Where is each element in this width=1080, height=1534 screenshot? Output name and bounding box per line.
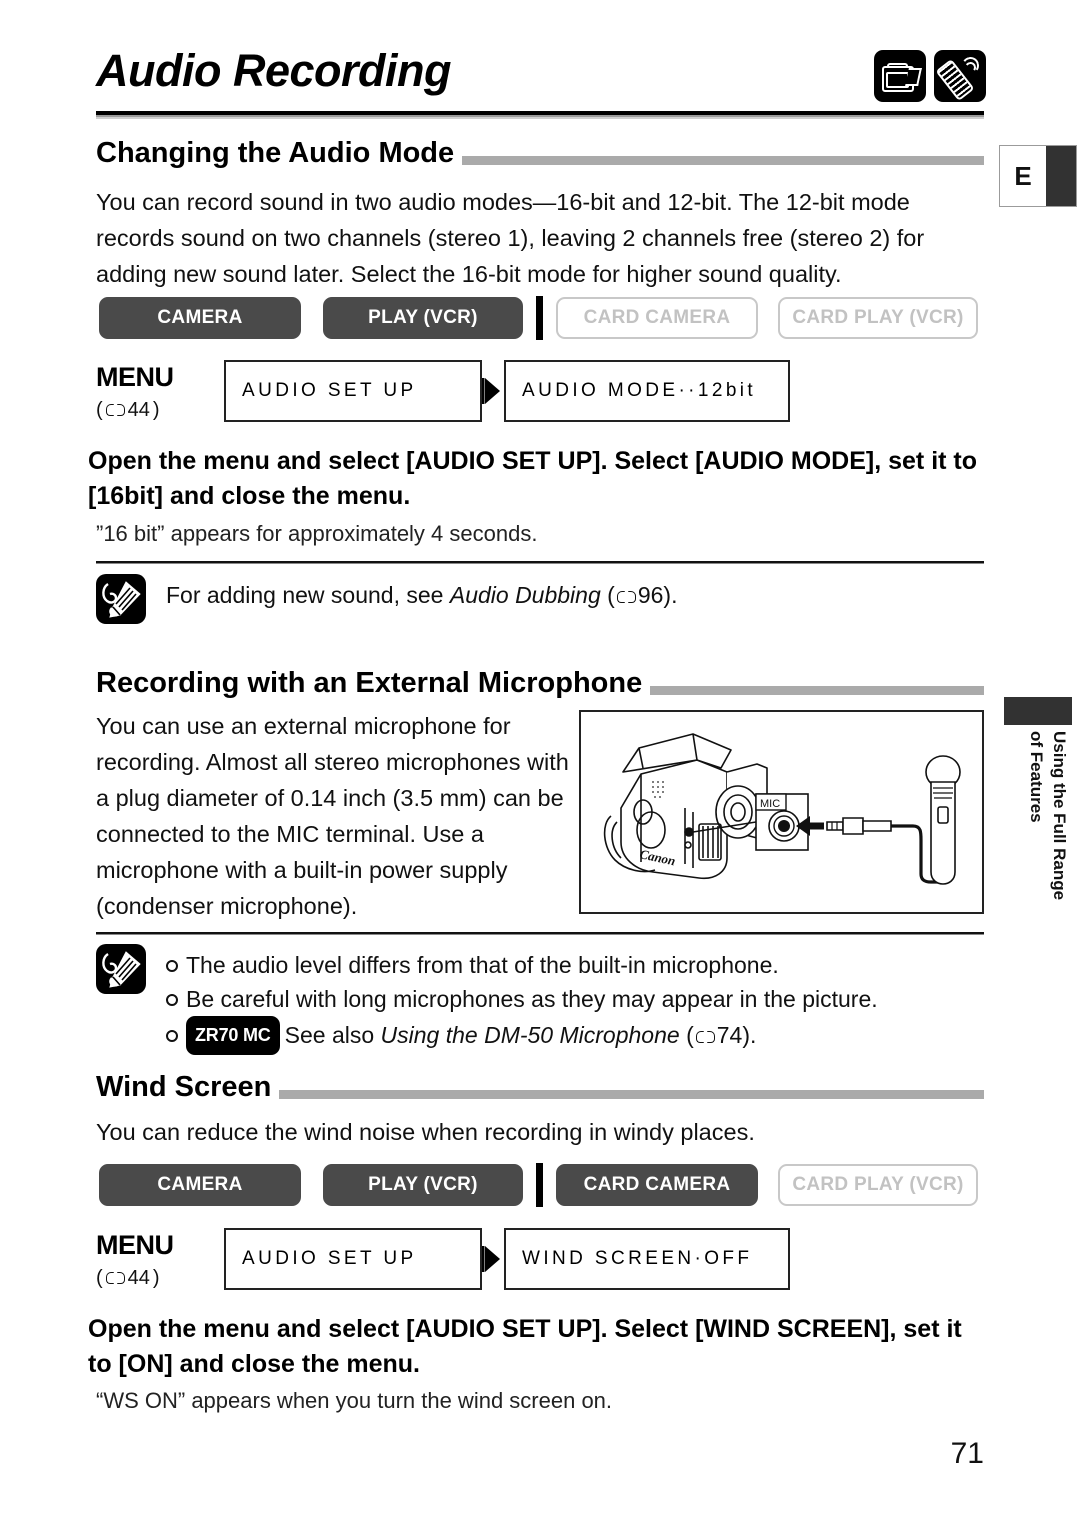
note-bullet-1: The audio level differs from that of the… — [166, 948, 878, 982]
menu-arrow-icon — [482, 1228, 504, 1290]
section-heading-text: Wind Screen — [96, 1071, 272, 1103]
section-heading-rule — [462, 156, 984, 166]
menu-page-ref: (44) — [96, 399, 160, 421]
menu-label-group: MENU (44) — [96, 1228, 224, 1289]
language-tab-letter: E — [1000, 146, 1046, 206]
mode-button-card-camera[interactable]: CARD CAMERA — [556, 297, 758, 339]
note-bullet-1-text: The audio level differs from that of the… — [186, 952, 779, 978]
pencil-note-icon — [96, 574, 146, 624]
side-chapter-text: Using the Full Range of Features — [1006, 731, 1070, 931]
book-icon — [105, 1271, 125, 1286]
header-icon-group — [874, 50, 986, 102]
note-external-mic-text: The audio level differs from that of the… — [166, 944, 878, 1055]
note-paren-open: ( — [607, 582, 615, 608]
bullet-icon — [166, 960, 178, 972]
sub-note-audio-mode: ”16 bit” appears for approximately 4 sec… — [96, 521, 538, 546]
note-audio-dubbing: For adding new sound, see Audio Dubbing … — [96, 574, 677, 624]
menu-box-wind-screen[interactable]: WIND SCREEN·OFF — [504, 1228, 790, 1290]
menu-page-number: 44 — [127, 399, 150, 421]
bullet-icon — [166, 994, 178, 1006]
note-paren-close: ). — [663, 582, 678, 608]
menu-boxes: AUDIO SET UP AUDIO MODE··12bit — [224, 360, 790, 422]
note-bullet-3: ZR70 MC See also Using the DM-50 Micropho… — [166, 1016, 878, 1055]
menu-page-number: 44 — [127, 1267, 150, 1289]
mode-button-card-camera[interactable]: CARD CAMERA — [556, 1164, 758, 1206]
section-heading-wind-screen: Wind Screen — [96, 1072, 984, 1102]
mode-button-card-play-vcr[interactable]: CARD PLAY (VCR) — [778, 297, 978, 339]
page-title: Audio Recording — [96, 45, 451, 96]
note-bullet-3-paren-open: ( — [686, 1022, 694, 1048]
menu-label: MENU — [96, 1230, 174, 1260]
side-chapter-tab: Using the Full Range of Features — [1004, 697, 1072, 937]
mode-separator — [536, 296, 543, 340]
menu-path-wind-screen: MENU (44) AUDIO SET UP WIND SCREEN·OFF — [96, 1228, 790, 1290]
book-icon — [616, 590, 636, 605]
note-divider-audio-dubbing — [96, 561, 984, 564]
book-icon — [105, 403, 125, 418]
side-chapter-line2: of Features — [1027, 731, 1047, 823]
mode-button-card-play-vcr[interactable]: CARD PLAY (VCR) — [778, 1164, 978, 1206]
note-bullet-3-paren-close: ). — [742, 1022, 757, 1048]
section-heading-text: Changing the Audio Mode — [96, 137, 455, 169]
model-badge-zr70mc: ZR70 MC — [186, 1016, 280, 1055]
remote-control-icon — [934, 50, 986, 102]
note-audio-dubbing-text: For adding new sound, see Audio Dubbing … — [166, 574, 677, 612]
note-bullet-3-italic: Using the DM-50 Microphone — [380, 1022, 680, 1048]
section-body-wind-screen: You can reduce the wind noise when recor… — [96, 1119, 755, 1145]
note-bullet-2: Be careful with long microphones as they… — [166, 982, 878, 1016]
mode-button-play-vcr[interactable]: PLAY (VCR) — [323, 1164, 523, 1206]
bullet-icon — [166, 1030, 178, 1042]
mode-buttons-audio-mode: CAMERA PLAY (VCR) CARD CAMERA CARD PLAY … — [99, 296, 978, 340]
menu-arrow-icon — [482, 360, 504, 422]
note-page-ref: 96 — [637, 582, 664, 608]
instruction-wind-screen: Open the menu and select [AUDIO SET UP].… — [88, 1315, 962, 1378]
section-body-external-mic: You can use an external microphone for r… — [96, 713, 569, 919]
menu-box-audio-set-up[interactable]: AUDIO SET UP — [224, 360, 482, 422]
note-external-mic: The audio level differs from that of the… — [96, 944, 878, 1055]
section-heading-audio-mode: Changing the Audio Mode — [96, 138, 984, 168]
note-text-before: For adding new sound, see — [166, 582, 450, 608]
section-heading-external-mic: Recording with an External Microphone — [96, 668, 984, 698]
menu-box-audio-mode[interactable]: AUDIO MODE··12bit — [504, 360, 790, 422]
figure-mic-label: MIC — [760, 798, 780, 810]
menu-page-ref: (44) — [96, 1267, 160, 1289]
menu-path-audio-mode: MENU (44) AUDIO SET UP AUDIO MODE··12bit — [96, 360, 790, 422]
note-divider-external-mic — [96, 932, 984, 935]
section-body-audio-mode: You can record sound in two audio modes—… — [96, 189, 925, 287]
page-number: 71 — [950, 1437, 984, 1470]
mode-separator — [536, 1163, 543, 1207]
mode-button-camera[interactable]: CAMERA — [99, 1164, 301, 1206]
mode-button-camera[interactable]: CAMERA — [99, 297, 301, 339]
camcorder-icon — [874, 50, 926, 102]
title-divider — [96, 111, 984, 119]
book-icon — [695, 1030, 715, 1045]
side-chapter-line1: Using the Full Range — [1050, 731, 1069, 901]
menu-box-audio-set-up[interactable]: AUDIO SET UP — [224, 1228, 482, 1290]
language-tab-block — [1046, 146, 1076, 206]
note-bullet-2-text: Be careful with long microphones as they… — [186, 986, 878, 1012]
note-bullet-3-before: See also — [284, 1022, 381, 1048]
section-heading-rule — [279, 1090, 984, 1100]
section-heading-text: Recording with an External Microphone — [96, 667, 643, 699]
language-tab: E — [999, 145, 1077, 207]
section-heading-rule — [650, 686, 984, 696]
mode-buttons-wind-screen: CAMERA PLAY (VCR) CARD CAMERA CARD PLAY … — [99, 1163, 978, 1207]
mode-button-play-vcr[interactable]: PLAY (VCR) — [323, 297, 523, 339]
menu-label-group: MENU (44) — [96, 360, 224, 421]
menu-label: MENU — [96, 362, 174, 392]
pencil-note-icon — [96, 944, 146, 994]
note-text-italic: Audio Dubbing — [449, 582, 601, 608]
side-chapter-marker — [1004, 697, 1072, 725]
menu-boxes: AUDIO SET UP WIND SCREEN·OFF — [224, 1228, 790, 1290]
note-bullet-3-page-ref: 74 — [716, 1022, 743, 1048]
external-microphone-figure: Canon MIC — [579, 710, 984, 914]
instruction-audio-mode: Open the menu and select [AUDIO SET UP].… — [88, 447, 978, 510]
sub-note-wind-screen: “WS ON” appears when you turn the wind s… — [96, 1388, 613, 1413]
